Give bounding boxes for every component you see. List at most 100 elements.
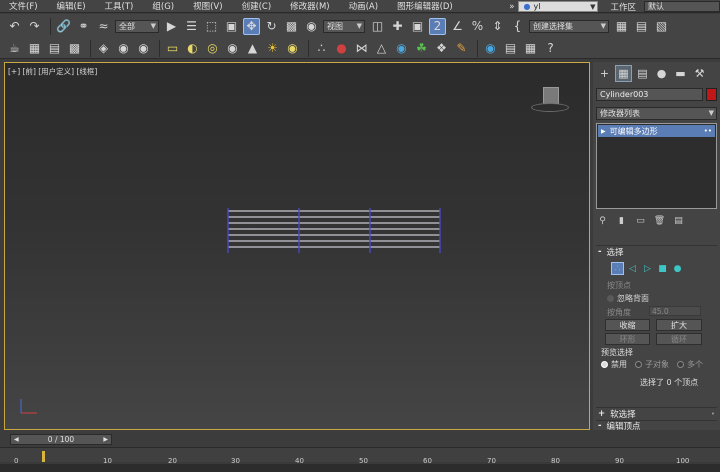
current-frame-marker[interactable]	[42, 451, 45, 462]
material-editor-icon[interactable]: ▩	[66, 40, 83, 57]
stack-item-editable-poly[interactable]: ▶ 可编辑多边形 ••	[598, 125, 715, 137]
create-tab-icon[interactable]: +	[596, 65, 613, 82]
ignore-backfacing-checkbox[interactable]	[607, 295, 614, 302]
viewport[interactable]: [+] [前] [用户定义] [线框]	[4, 62, 590, 430]
user-account-dropdown[interactable]: ● yl ▼	[518, 1, 599, 12]
bones-icon[interactable]: ⋈	[353, 40, 370, 57]
remove-modifier-icon[interactable]: 🗑	[653, 215, 666, 228]
menu-edit[interactable]: 编辑(E)	[48, 0, 96, 12]
viewcube[interactable]	[531, 83, 569, 115]
menu-tools[interactable]: 工具(T)	[96, 0, 144, 12]
make-unique-icon[interactable]: ▭	[634, 215, 647, 228]
environment-icon[interactable]: ◉	[482, 40, 499, 57]
sun-light-icon[interactable]: ☀	[264, 40, 281, 57]
bind-space-warp-icon[interactable]: ≈	[95, 18, 112, 35]
motion-tab-icon[interactable]: ●	[653, 65, 670, 82]
modifier-list-dropdown[interactable]: 修改器列表 ▼	[596, 107, 717, 120]
particles-icon[interactable]: ∴	[313, 40, 330, 57]
rollout-soft-selection[interactable]: + 软选择 •	[596, 407, 717, 420]
undo-icon[interactable]: ↶	[6, 18, 23, 35]
edge-level-icon[interactable]: ◁	[626, 262, 639, 275]
render-production-icon[interactable]: ▦	[522, 40, 539, 57]
render-region-icon[interactable]: ▤	[502, 40, 519, 57]
curve-editor-icon[interactable]: ◈	[95, 40, 112, 57]
by-angle-option[interactable]: 按角度	[607, 307, 631, 318]
dynamics-icon[interactable]: ●	[333, 40, 350, 57]
selection-filter-dropdown[interactable]: 全部 ▼	[115, 19, 159, 33]
menu-group[interactable]: 组(G)	[143, 0, 184, 12]
modify-tab-icon[interactable]: ▦	[615, 64, 632, 82]
select-object-icon[interactable]: ▶	[163, 18, 180, 35]
angle-snap-icon[interactable]: ∠	[449, 18, 466, 35]
track-bar[interactable]: 0 10 20 30 40 50 60 70 80 90 100	[0, 447, 720, 472]
align-icon[interactable]: ▤	[633, 18, 650, 35]
teapot-icon[interactable]: ☕	[6, 40, 23, 57]
scale-icon[interactable]: ▩	[283, 18, 300, 35]
pivot-center-icon[interactable]: ◫	[369, 18, 386, 35]
layer-manager-icon[interactable]: ▧	[653, 18, 670, 35]
preview-subobject-radio[interactable]	[635, 361, 642, 368]
foliage-icon[interactable]: ☘	[413, 40, 430, 57]
rect-selection-region-icon[interactable]: ⬚	[203, 18, 220, 35]
omni-light-icon[interactable]: ◉	[284, 40, 301, 57]
crowd-icon[interactable]: ❖	[433, 40, 450, 57]
viewcube-cube[interactable]	[543, 87, 559, 104]
menu-create[interactable]: 创建(C)	[233, 0, 282, 12]
redo-icon[interactable]: ↷	[26, 18, 43, 35]
torus-icon[interactable]: ◎	[204, 40, 221, 57]
move-icon[interactable]: ✥	[243, 17, 260, 35]
shrink-button[interactable]: 收缩	[605, 319, 650, 331]
preview-multi-radio[interactable]	[677, 361, 684, 368]
ignore-backfacing-option[interactable]: 忽略背面	[607, 293, 649, 304]
stack-item-options-icon[interactable]: ••	[704, 127, 712, 135]
sphere-icon[interactable]: ◐	[184, 40, 201, 57]
ring-button[interactable]: 环形	[605, 333, 650, 345]
unlink-icon[interactable]: ⚭	[75, 18, 92, 35]
vertex-level-icon[interactable]: ∴	[611, 262, 624, 275]
place-icon[interactable]: ◉	[303, 18, 320, 35]
select-by-name-icon[interactable]: ☰	[183, 18, 200, 35]
percent-snap-icon[interactable]: %	[469, 18, 486, 35]
object-name-field[interactable]: Cylinder003	[596, 88, 703, 101]
menu-views[interactable]: 视图(V)	[184, 0, 232, 12]
border-level-icon[interactable]: ▷	[641, 262, 654, 275]
next-frame-icon[interactable]: ▶	[103, 436, 108, 443]
display-tab-icon[interactable]: ▬	[672, 65, 689, 82]
element-level-icon[interactable]: ●	[671, 262, 684, 275]
link-icon[interactable]: 🔗	[55, 18, 72, 35]
object-color-swatch[interactable]	[706, 88, 717, 101]
select-manipulate-icon[interactable]: ✚	[389, 18, 406, 35]
viewport-label-menu[interactable]: [+] [前] [用户定义] [线框]	[8, 66, 97, 77]
expand-triangle-icon[interactable]: ▶	[601, 128, 606, 135]
prev-frame-icon[interactable]: ◀	[14, 436, 19, 443]
time-slider-thumb[interactable]: ◀ 0 / 100 ▶	[10, 434, 112, 445]
by-vertex-option[interactable]: 按顶点	[607, 280, 631, 291]
viewcube-compass-ring[interactable]	[531, 103, 569, 112]
menu-overflow[interactable]: »	[505, 2, 518, 12]
menu-animation[interactable]: 动画(A)	[340, 0, 388, 12]
modifier-stack[interactable]: ▶ 可编辑多边形 ••	[596, 123, 717, 209]
render-setup-icon[interactable]: ▦	[26, 40, 43, 57]
loop-button[interactable]: 循环	[656, 333, 702, 345]
show-end-result-icon[interactable]: ▮	[615, 215, 628, 228]
hair-icon[interactable]: △	[373, 40, 390, 57]
time-slider[interactable]: ◀ 0 / 100 ▶	[0, 432, 720, 446]
menu-file[interactable]: 文件(F)	[0, 0, 48, 12]
window-crossing-icon[interactable]: ▣	[223, 18, 240, 35]
rotate-icon[interactable]: ↻	[263, 18, 280, 35]
menu-graph-editors[interactable]: 图形编辑器(D)	[388, 0, 463, 12]
paint-icon[interactable]: ✎	[453, 40, 470, 57]
wireframe-object[interactable]	[226, 208, 442, 253]
by-angle-spinner[interactable]: 45.0	[649, 306, 701, 316]
grow-button[interactable]: 扩大	[656, 319, 702, 331]
rollout-edit-vertices[interactable]: - 编辑顶点	[596, 420, 717, 430]
edit-named-selection-icon[interactable]: {	[509, 18, 526, 35]
keyboard-shortcut-override-icon[interactable]: ▣	[409, 18, 426, 35]
globe-icon[interactable]: ◉	[393, 40, 410, 57]
cone-icon[interactable]: ▲	[244, 40, 261, 57]
menu-modifiers[interactable]: 修改器(M)	[281, 0, 339, 12]
help-icon[interactable]: ?	[542, 40, 559, 57]
hierarchy-tab-icon[interactable]: ▤	[634, 65, 651, 82]
mirror-icon[interactable]: ▦	[613, 18, 630, 35]
geosphere-icon[interactable]: ◉	[224, 40, 241, 57]
